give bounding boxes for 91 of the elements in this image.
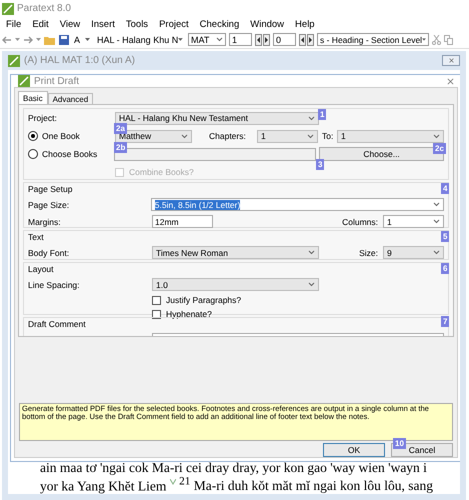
group-title: Page Setup xyxy=(28,185,74,194)
chevron-down-icon xyxy=(433,250,440,255)
checkbox[interactable] xyxy=(152,296,161,304)
book-select[interactable]: Matthew xyxy=(115,130,192,142)
field-label: Columns: xyxy=(342,216,378,226)
chevron-down-icon xyxy=(216,37,223,42)
chapter-field[interactable]: 1 xyxy=(229,33,252,46)
app-title: Paratext 8.0 xyxy=(17,3,71,14)
field-label: Chapters: xyxy=(209,131,247,141)
left-arrow-icon[interactable] xyxy=(255,34,262,46)
menu-item[interactable]: Tools xyxy=(126,18,148,30)
menu-item[interactable]: Window xyxy=(250,18,284,30)
window-title: (A) HAL MAT 1:0 (Xun A) xyxy=(24,55,135,66)
body-font-select[interactable]: Times New Roman xyxy=(152,246,319,259)
close-button[interactable] xyxy=(442,55,460,66)
field-label: Body Font: xyxy=(28,248,70,258)
left-arrow-icon[interactable] xyxy=(299,34,306,46)
number-badge: 2c xyxy=(433,143,446,154)
group-title: Draft Comment xyxy=(28,320,87,329)
chevron-down-icon xyxy=(181,134,188,138)
menu-item[interactable]: File xyxy=(6,18,22,30)
app-logo-icon xyxy=(8,54,20,66)
number-badge: 3 xyxy=(316,159,324,170)
forward-arrow-icon[interactable] xyxy=(23,36,33,44)
margins-field[interactable]: 12mm xyxy=(152,215,213,228)
radio-button[interactable] xyxy=(28,131,38,141)
number-badge: 2a xyxy=(114,123,127,134)
radio-label[interactable]: One Book xyxy=(42,131,80,141)
field-label: Size: xyxy=(359,248,378,258)
size-select[interactable]: 9 xyxy=(383,246,444,259)
field-label: To: xyxy=(322,131,334,141)
group-title: Layout xyxy=(28,265,55,274)
chapter-to-select[interactable]: 1 xyxy=(337,130,444,142)
right-arrow-icon[interactable] xyxy=(307,34,314,46)
chevron-down-icon xyxy=(308,250,315,255)
field-label: Project: xyxy=(28,113,58,123)
columns-select[interactable]: 1 xyxy=(383,215,444,228)
number-badge: 6 xyxy=(441,263,450,274)
chevron-down-icon xyxy=(307,134,314,138)
menu-item[interactable]: Insert xyxy=(91,18,115,30)
chevron-down-icon xyxy=(308,116,315,120)
ok-button[interactable]: OK xyxy=(323,443,385,457)
number-badge: 10 xyxy=(393,438,406,449)
number-badge: 5 xyxy=(441,231,450,242)
tab[interactable]: Advanced xyxy=(48,93,94,104)
verse-field[interactable]: 0 xyxy=(273,33,296,46)
chevron-down-icon xyxy=(433,202,440,207)
field-label: Page Size: xyxy=(28,200,70,210)
dropdown-caret-icon[interactable] xyxy=(15,38,20,41)
line-spacing-select[interactable]: 1.0 xyxy=(152,278,319,291)
checkbox-label: Combine Books? xyxy=(129,167,194,177)
menu-item[interactable]: View xyxy=(60,18,80,30)
chevron-down-icon xyxy=(433,219,440,224)
project-select[interactable]: HAL - Halang Khu New Testament xyxy=(115,112,319,124)
tab[interactable]: Basic xyxy=(18,91,48,104)
page-size-select[interactable]: 5.5in, 8.5in (1/2 Letter) xyxy=(150,198,444,211)
book-combobox[interactable]: MAT xyxy=(188,33,226,46)
number-badge: 7 xyxy=(441,316,450,327)
back-arrow-icon[interactable] xyxy=(2,36,12,44)
field-label: Margins: xyxy=(28,216,62,226)
scripture-text: ain maa tơ 'ngai cok Ma-ri cei dray dray, yor kon gao 'way wien 'wayn i xyxy=(40,460,427,474)
menu-item[interactable]: Help xyxy=(295,18,315,30)
right-arrow-icon[interactable] xyxy=(263,34,270,46)
project-dropdown[interactable]: HAL - Halang Khu N xyxy=(95,33,185,46)
dropdown-caret-icon[interactable] xyxy=(36,38,41,41)
number-badge: 1 xyxy=(318,109,326,120)
dropdown-caret-icon[interactable] xyxy=(178,38,183,41)
chevron-down-icon xyxy=(433,134,440,138)
dropdown-caret-icon[interactable] xyxy=(85,38,90,41)
save-icon[interactable] xyxy=(59,34,69,44)
menu-item[interactable]: Checking xyxy=(200,18,240,30)
field-label: Line Spacing: xyxy=(28,280,81,290)
checkbox-label: Justify Paragraphs? xyxy=(166,295,242,305)
menu-item[interactable]: Edit xyxy=(32,18,49,30)
close-icon xyxy=(448,58,454,63)
number-badge: 4 xyxy=(441,183,450,194)
menu-item[interactable]: Project xyxy=(159,18,189,30)
radio-label[interactable]: Choose Books xyxy=(42,149,98,159)
radio-button[interactable] xyxy=(28,149,38,159)
scripture-text: yor ka Yang Khĕt Liem xyxy=(40,478,166,493)
text-style-dropdown[interactable]: A xyxy=(72,33,92,46)
style-dropdown[interactable]: s - Heading - Section Level xyxy=(317,33,429,46)
dropdown-caret-icon[interactable] xyxy=(422,38,426,41)
dialog-title: Print Draft xyxy=(34,76,80,86)
close-icon[interactable] xyxy=(447,78,454,84)
group-title: Text xyxy=(28,233,45,242)
chevron-down-icon xyxy=(308,282,315,287)
number-badge: 2b xyxy=(114,142,128,153)
checkbox-label: Hyphenate? xyxy=(166,309,212,319)
chapter-select[interactable]: 1 xyxy=(257,130,318,142)
scripture-text: $^{21}$ Ma-ri duh kŏt măt mĭ ngai kon lôu lôu, sang xyxy=(179,478,433,493)
